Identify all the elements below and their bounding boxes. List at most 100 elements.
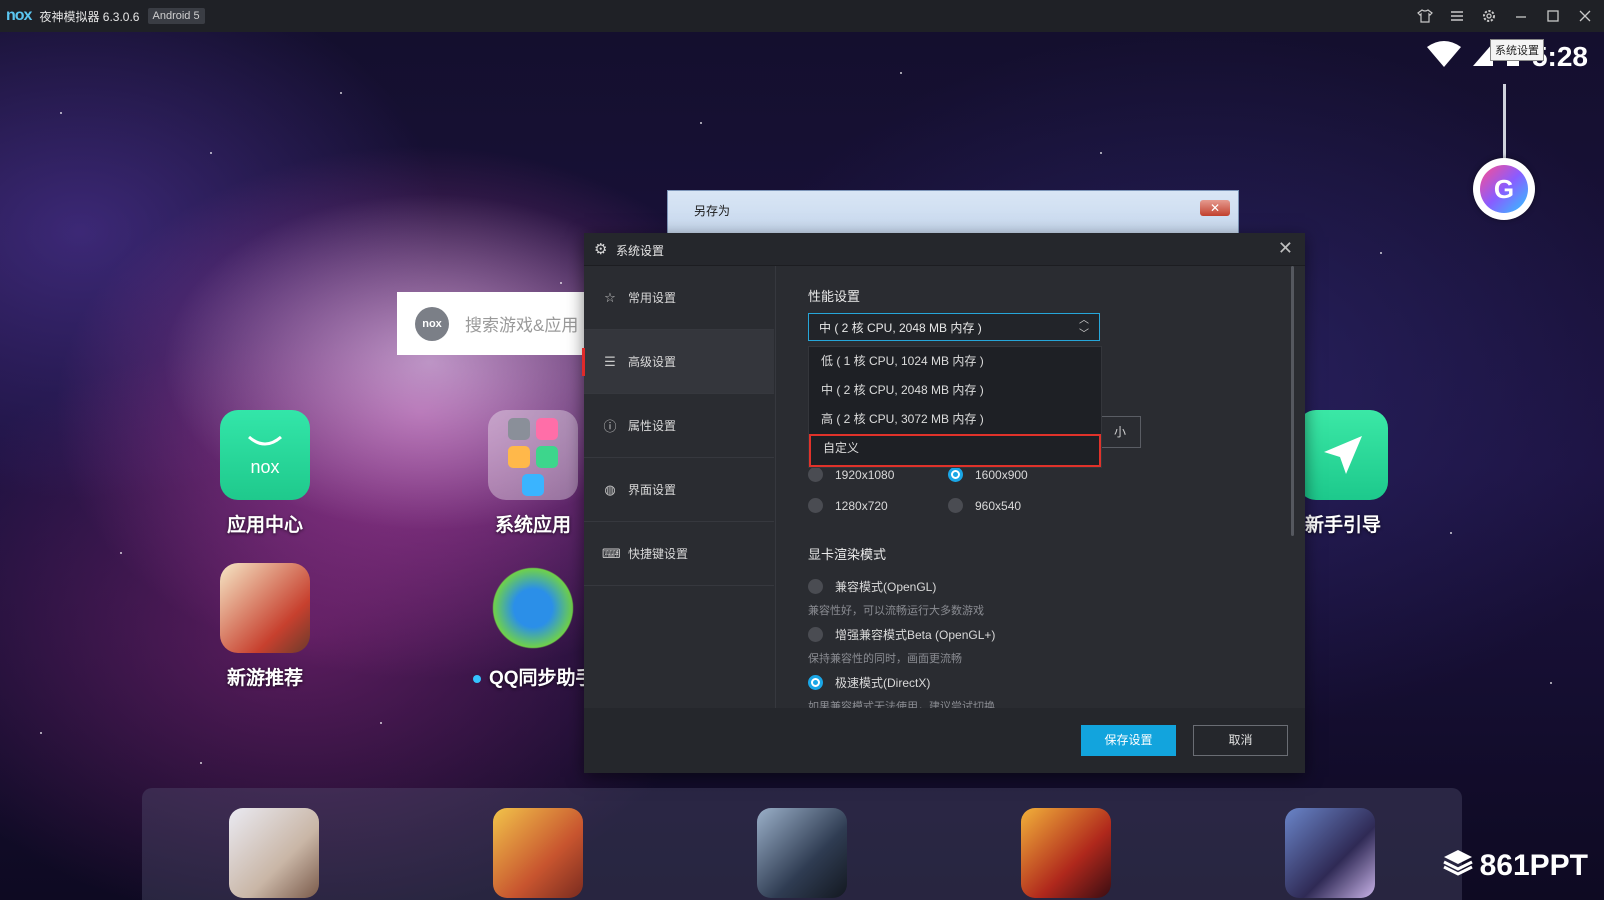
nav-label: 高级设置 (628, 355, 677, 369)
search-placeholder: 搜索游戏&应用 (465, 316, 579, 335)
radio-label: 极速模式(DirectX) (835, 676, 931, 690)
performance-dropdown: 低 ( 1 核 CPU, 1024 MB 内存 ) 中 ( 2 核 CPU, 2… (808, 346, 1102, 468)
radio-button-selected[interactable] (948, 467, 963, 482)
nav-label: 常用设置 (628, 291, 677, 305)
icon-label: QQ同步助手 (473, 663, 595, 690)
nav-advanced-settings[interactable]: ☰ 高级设置 (582, 330, 774, 394)
window-titlebar: nox 夜神模拟器 6.3.0.6 Android 5 (0, 0, 1604, 32)
res-960x540[interactable]: 960x540 (948, 498, 1021, 513)
performance-title: 性能设置 (808, 289, 861, 304)
nav-label: 快捷键设置 (628, 547, 689, 561)
radio-button[interactable] (808, 467, 823, 482)
render-directx[interactable]: 极速模式(DirectX) (808, 674, 930, 691)
partially-hidden-button[interactable]: 小 (1100, 416, 1141, 448)
new-dot (473, 674, 481, 683)
nav-label: 界面设置 (628, 483, 677, 497)
shirt-icon[interactable] (1416, 7, 1434, 25)
new-games-icon[interactable]: 新游推荐 (205, 563, 325, 690)
float-handle-line (1503, 84, 1506, 164)
palette-icon: ◍ (604, 481, 616, 497)
select-arrows-icon: ︿ ﹀ (1079, 315, 1089, 340)
option-high[interactable]: 高 ( 2 核 CPU, 3072 MB 内存 ) (809, 405, 1101, 434)
dialog-close-button[interactable]: ✕ (1278, 238, 1293, 259)
star-icon: ☆ (604, 289, 616, 305)
app-title: 夜神模拟器 6.3.0.6 (39, 9, 140, 24)
radio-button[interactable] (808, 498, 823, 513)
gear-icon: ⚙ (594, 241, 608, 258)
watermark-text: 861PPT (1479, 849, 1588, 882)
nav-property-settings[interactable]: ⓘ 属性设置 (584, 394, 774, 458)
g-logo-icon: G (1480, 165, 1528, 213)
close-icon[interactable] (1576, 7, 1594, 25)
game-icon-4[interactable] (1021, 808, 1111, 898)
res-1280x720[interactable]: 1280x720 (808, 498, 888, 513)
game-icon-3[interactable] (757, 808, 847, 898)
res-1600x900[interactable]: 1600x900 (948, 467, 1028, 482)
render-opengl[interactable]: 兼容模式(OpenGL) (808, 578, 936, 595)
watermark: 861PPT (1442, 848, 1588, 884)
res-1920x1080[interactable]: 1920x1080 (808, 467, 894, 482)
maximize-icon[interactable] (1544, 7, 1562, 25)
option-custom[interactable]: 自定义 (809, 434, 1101, 467)
settings-content: 性能设置 中 ( 2 核 CPU, 2048 MB 内存 ) ︿ ﹀ 小 低 ( … (775, 266, 1296, 708)
layers-icon (1442, 848, 1474, 884)
radio-button[interactable] (808, 627, 823, 642)
game-icon-1[interactable] (229, 808, 319, 898)
cancel-button[interactable]: 取消 (1193, 725, 1288, 756)
menu-icon[interactable] (1448, 7, 1466, 25)
nox-search-logo: nox (415, 306, 449, 341)
game-icon-5[interactable] (1285, 808, 1375, 898)
nav-interface-settings[interactable]: ◍ 界面设置 (584, 458, 774, 522)
nox-logo: nox (6, 7, 32, 24)
icon-label: 系统应用 (494, 515, 571, 536)
nav-common-settings[interactable]: ☆ 常用设置 (584, 266, 774, 330)
radio-label: 兼容模式(OpenGL) (835, 580, 937, 594)
qq-sync-icon[interactable]: QQ同步助手 (473, 563, 595, 690)
minimize-icon[interactable] (1512, 7, 1530, 25)
gear-icon[interactable] (1480, 7, 1498, 25)
render-opengl-plus-hint: 保持兼容性的同时，画面更流畅 (808, 653, 962, 665)
game-icon-2[interactable] (493, 808, 583, 898)
radio-label: 增强兼容模式Beta (OpenGL+) (835, 628, 996, 642)
radio-button[interactable] (808, 579, 823, 594)
save-as-close-button[interactable]: ✕ (1200, 200, 1230, 216)
sliders-icon: ☰ (604, 353, 616, 369)
render-opengl-plus[interactable]: 增强兼容模式Beta (OpenGL+) (808, 626, 995, 643)
radio-label: 960x540 (975, 498, 1022, 513)
render-mode-title: 显卡渲染模式 (808, 547, 887, 562)
radio-label: 1600x900 (975, 467, 1028, 482)
save-settings-button[interactable]: 保存设置 (1081, 725, 1176, 756)
settings-dialog: ⚙ 系统设置 ✕ ☆ 常用设置 ☰ 高级设置 ⓘ 属性设置 ◍ 界面设置 ⌨ 快… (582, 233, 1305, 773)
app-center-icon[interactable]: nox 应用中心 (205, 410, 325, 537)
performance-select[interactable]: 中 ( 2 核 CPU, 2048 MB 内存 ) ︿ ﹀ (808, 313, 1100, 341)
content-scrollbar[interactable] (1291, 266, 1294, 536)
dialog-footer: 保存设置 取消 (584, 708, 1305, 773)
window-controls (1416, 0, 1594, 32)
option-low[interactable]: 低 ( 1 核 CPU, 1024 MB 内存 ) (809, 347, 1101, 376)
keyboard-icon: ⌨ (602, 545, 621, 561)
performance-selected-value: 中 ( 2 核 CPU, 2048 MB 内存 ) (819, 321, 982, 335)
render-directx-hint: 如果兼容模式无法使用，建议尝试切换 (808, 701, 995, 708)
render-opengl-hint: 兼容性好，可以流畅运行大多数游戏 (808, 605, 984, 617)
save-as-title: 另存为 (694, 204, 731, 218)
nav-shortcut-settings[interactable]: ⌨ 快捷键设置 (584, 522, 774, 586)
option-medium[interactable]: 中 ( 2 核 CPU, 2048 MB 内存 ) (809, 376, 1101, 405)
radio-label: 1280x720 (835, 498, 888, 513)
info-icon: ⓘ (603, 419, 617, 434)
dialog-title: 系统设置 (616, 244, 665, 258)
dialog-header: ⚙ 系统设置 ✕ (584, 233, 1305, 266)
search-bar[interactable]: nox 搜索游戏&应用 (397, 292, 597, 355)
settings-tooltip: 系统设置 (1490, 39, 1544, 61)
icon-label: 应用中心 (226, 515, 303, 536)
android-version-badge: Android 5 (147, 8, 205, 24)
radio-label: 1920x1080 (835, 467, 895, 482)
radio-button[interactable] (948, 498, 963, 513)
floating-assistant-button[interactable]: G (1473, 158, 1535, 220)
wifi-icon (1426, 40, 1462, 73)
system-apps-folder[interactable]: 系统应用 (473, 410, 593, 537)
icon-label: 新游推荐 (226, 668, 303, 689)
radio-button-selected[interactable] (808, 675, 823, 690)
svg-text:nox: nox (250, 457, 279, 477)
nav-label: 属性设置 (628, 419, 677, 433)
settings-sidebar: ☆ 常用设置 ☰ 高级设置 ⓘ 属性设置 ◍ 界面设置 ⌨ 快捷键设置 (582, 266, 774, 708)
